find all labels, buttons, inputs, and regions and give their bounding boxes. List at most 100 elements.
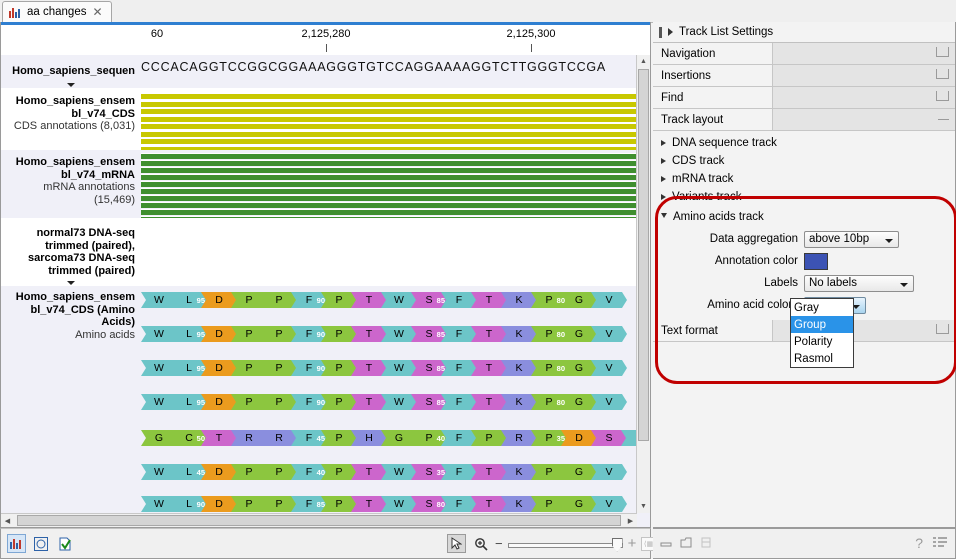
amino-acid-S[interactable]: S: [591, 430, 627, 446]
amino-acid-P[interactable]: P: [321, 430, 357, 446]
amino-acid-T[interactable]: T: [471, 496, 507, 512]
amino-acid-T[interactable]: T: [351, 326, 387, 342]
amino-acid-W[interactable]: W: [381, 394, 417, 410]
amino-acid-R[interactable]: R: [231, 430, 267, 446]
amino-acid-K[interactable]: K: [501, 496, 537, 512]
amino-acid-P[interactable]: P: [261, 464, 297, 480]
amino-acid-P[interactable]: P80: [531, 326, 567, 342]
amino-acid-R[interactable]: R: [261, 430, 297, 446]
zoom-out-button[interactable]: −: [495, 536, 503, 551]
amino-acid-L[interactable]: L95: [171, 360, 207, 376]
amino-acid-T[interactable]: T: [351, 464, 387, 480]
amino-acid-L[interactable]: L95: [171, 326, 207, 342]
amino-acid-G[interactable]: G: [561, 496, 597, 512]
amino-acid-C[interactable]: C50: [171, 430, 207, 446]
zoom-in-button[interactable]: +: [628, 535, 637, 552]
amino-acid-P[interactable]: P: [531, 496, 567, 512]
maximize-icon[interactable]: [680, 537, 693, 552]
amino-acid-W[interactable]: W: [141, 496, 177, 512]
panel-handle-icon[interactable]: [659, 27, 662, 38]
amino-acid-T[interactable]: T: [471, 292, 507, 308]
scroll-right-icon[interactable]: ▶: [624, 514, 637, 527]
amino-acid-P[interactable]: P: [261, 496, 297, 512]
amino-acid-V[interactable]: V: [591, 326, 627, 342]
annotation-color-swatch[interactable]: [804, 253, 828, 270]
amino-acid-L[interactable]: L90: [171, 496, 207, 512]
section-insertions[interactable]: Insertions: [653, 65, 955, 87]
amino-acid-colors-dropdown[interactable]: Gray Group Polarity Rasmol: [790, 298, 854, 368]
horizontal-scrollbar[interactable]: ◀ ▶: [1, 513, 637, 527]
amino-acid-F[interactable]: F: [441, 496, 477, 512]
track-cds[interactable]: Homo_sapiens_ensem bl_v74_CDS CDS annota…: [1, 88, 650, 150]
amino-acid-W[interactable]: W: [381, 464, 417, 480]
track-item-mrna-track[interactable]: mRNA track: [653, 170, 955, 188]
amino-acid-D[interactable]: D: [201, 360, 237, 376]
scroll-up-icon[interactable]: ▲: [637, 55, 650, 68]
amino-acid-S[interactable]: S85: [411, 360, 447, 376]
amino-acid-F[interactable]: F: [441, 430, 477, 446]
amino-acid-L[interactable]: L95: [171, 292, 207, 308]
amino-acid-H[interactable]: H: [351, 430, 387, 446]
amino-acid-K[interactable]: K: [501, 360, 537, 376]
chevron-down-icon[interactable]: [67, 281, 75, 285]
amino-acid-row[interactable]: WL95DPPF90PTWS85FTKP80GV: [141, 394, 650, 410]
circular-view-icon[interactable]: [31, 534, 50, 553]
amino-acid-W[interactable]: W: [141, 292, 177, 308]
amino-acid-K[interactable]: K: [501, 464, 537, 480]
amino-acid-W[interactable]: W: [381, 292, 417, 308]
chevron-down-icon[interactable]: [661, 213, 667, 221]
restore-icon[interactable]: [700, 537, 713, 552]
amino-acid-D[interactable]: D: [201, 292, 237, 308]
section-navigation[interactable]: Navigation: [653, 43, 955, 65]
amino-acid-G[interactable]: G: [561, 394, 597, 410]
amino-acid-W[interactable]: W: [141, 464, 177, 480]
chevron-right-icon[interactable]: [661, 176, 666, 182]
amino-acid-P[interactable]: P: [261, 326, 297, 342]
help-button[interactable]: ?: [915, 535, 923, 551]
amino-acid-G[interactable]: G: [561, 326, 597, 342]
amino-acid-P[interactable]: P: [231, 360, 267, 376]
scroll-down-icon[interactable]: ▼: [637, 500, 650, 513]
amino-acid-P[interactable]: P80: [531, 360, 567, 376]
arrow-cursor-icon[interactable]: [447, 534, 466, 553]
expand-icon[interactable]: [936, 324, 949, 334]
list-menu-icon[interactable]: [933, 536, 947, 551]
amino-acid-G[interactable]: G: [381, 430, 417, 446]
amino-acid-P[interactable]: P: [261, 394, 297, 410]
amino-acid-V[interactable]: V: [591, 394, 627, 410]
amino-acid-G[interactable]: G: [561, 360, 597, 376]
amino-acid-L[interactable]: L95: [171, 394, 207, 410]
amino-acid-row[interactable]: WL95DPPF90PTWS85FTKP80GV: [141, 292, 650, 308]
amino-acid-D[interactable]: D: [201, 464, 237, 480]
amino-acid-W[interactable]: W: [381, 360, 417, 376]
amino-acid-D[interactable]: D: [201, 394, 237, 410]
amino-acid-P[interactable]: P35: [531, 430, 567, 446]
amino-acid-P[interactable]: P: [321, 326, 357, 342]
track-mrna[interactable]: Homo_sapiens_ensem bl_v74_mRNA mRNA anno…: [1, 150, 650, 218]
amino-acid-S[interactable]: S35: [411, 464, 447, 480]
amino-acid-D[interactable]: D: [201, 326, 237, 342]
amino-acid-P[interactable]: P: [321, 360, 357, 376]
amino-acid-W[interactable]: W: [141, 394, 177, 410]
amino-acid-row[interactable]: WL90DPPF85PTWS80FTKPGV: [141, 496, 650, 512]
magnifier-zoom-icon[interactable]: [471, 534, 490, 553]
amino-acid-V[interactable]: V: [591, 360, 627, 376]
amino-acid-F[interactable]: F: [441, 394, 477, 410]
amino-acid-T[interactable]: T: [351, 292, 387, 308]
horizontal-scroll-thumb[interactable]: [17, 515, 621, 526]
amino-acid-F[interactable]: F45: [291, 430, 327, 446]
amino-acid-K[interactable]: K: [501, 292, 537, 308]
expand-icon[interactable]: [936, 91, 949, 101]
amino-acid-F[interactable]: F: [441, 360, 477, 376]
amino-acid-F[interactable]: F90: [291, 326, 327, 342]
amino-acid-W[interactable]: W: [141, 326, 177, 342]
dropdown-option-rasmol[interactable]: Rasmol: [791, 350, 853, 367]
track-item-amino-acids-track[interactable]: Amino acids track: [653, 208, 955, 226]
amino-acid-F[interactable]: F: [441, 292, 477, 308]
amino-acid-F[interactable]: F90: [291, 394, 327, 410]
amino-acid-W[interactable]: W: [141, 360, 177, 376]
section-find[interactable]: Find: [653, 87, 955, 109]
chevron-right-icon[interactable]: [668, 28, 673, 36]
amino-acid-P[interactable]: P: [321, 292, 357, 308]
amino-acid-F[interactable]: F: [441, 326, 477, 342]
